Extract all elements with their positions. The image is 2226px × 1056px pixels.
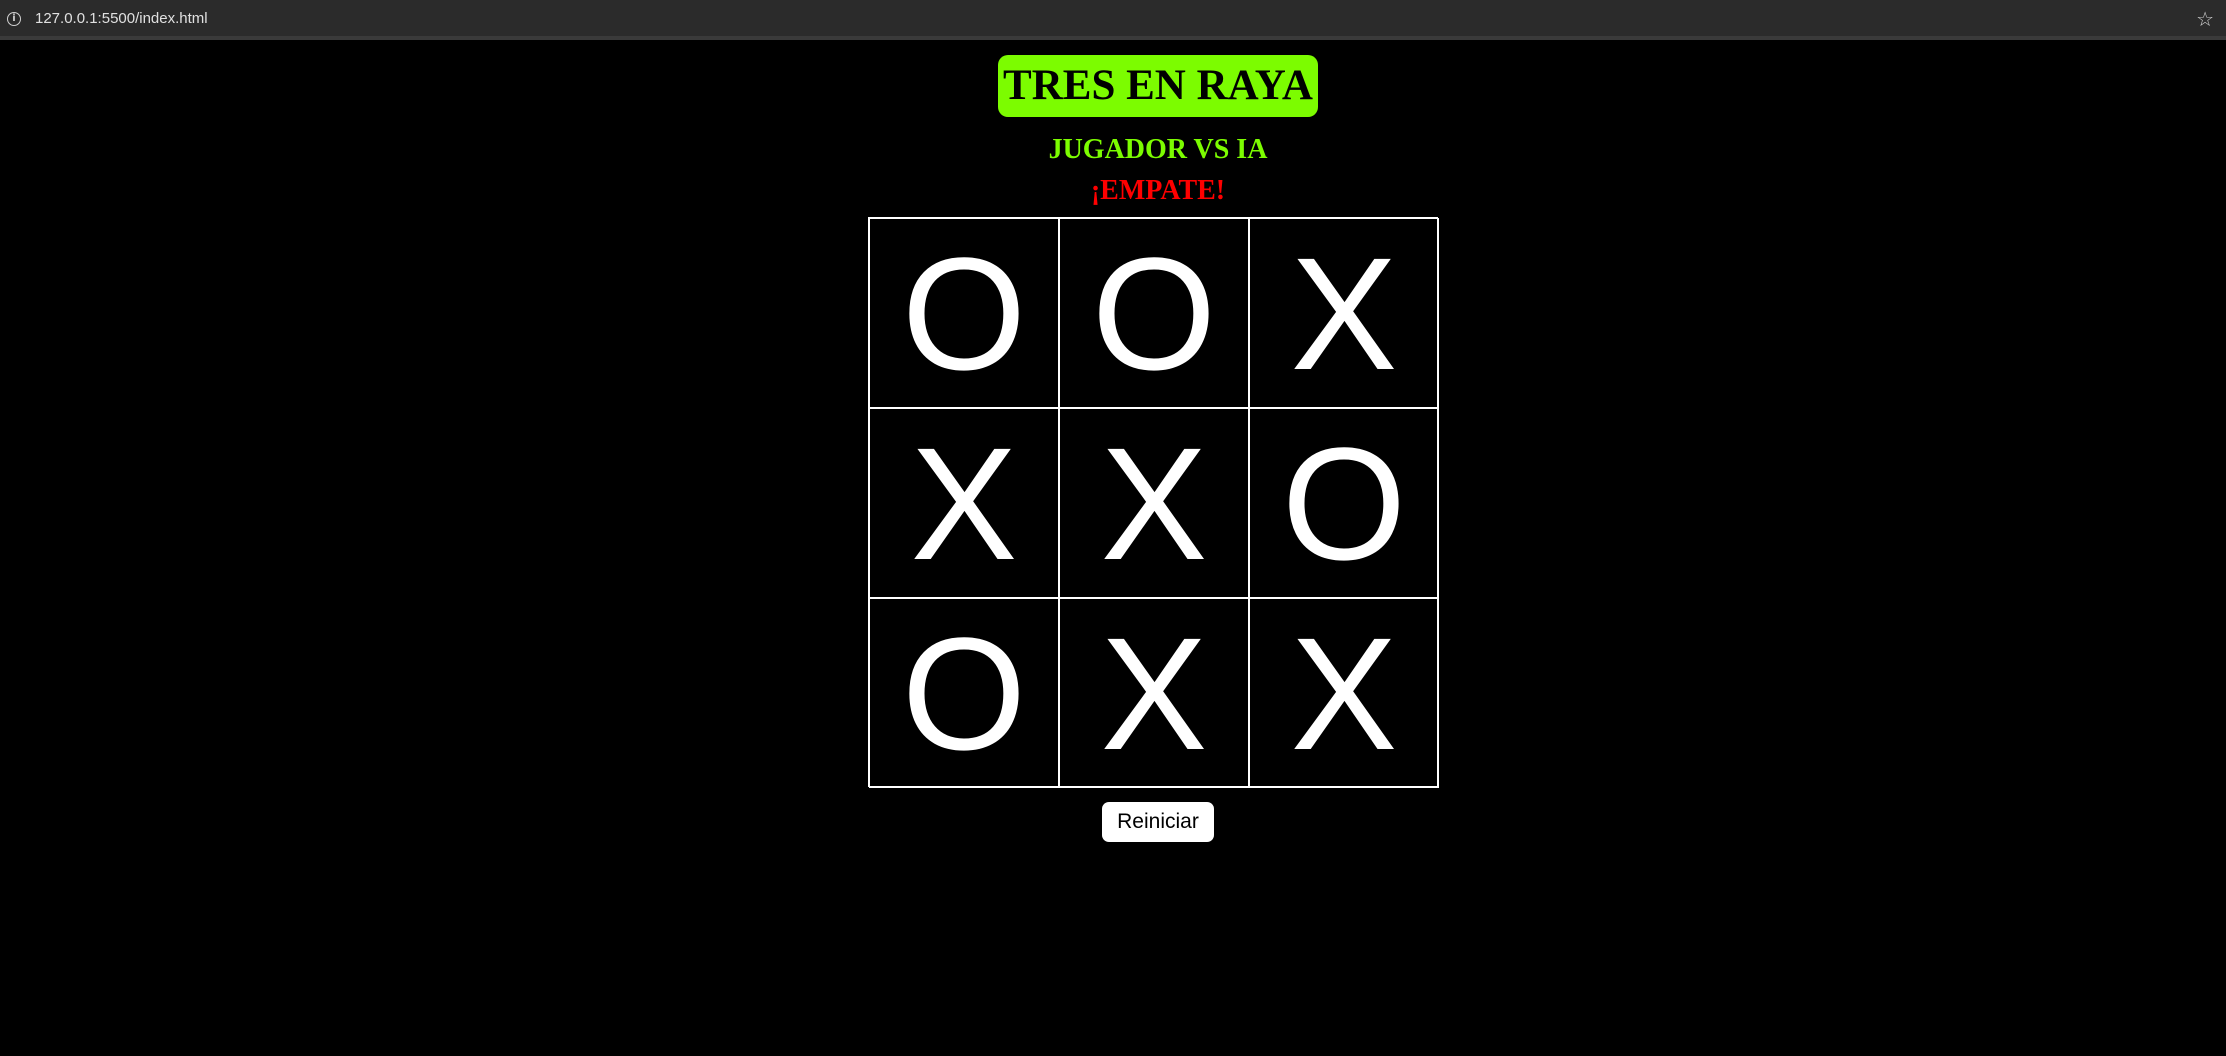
board-cell-9[interactable]: X xyxy=(1249,598,1439,788)
board-cell-8[interactable]: X xyxy=(1059,598,1249,788)
browser-toolbar: i 127.0.0.1:5500/index.html ☆ xyxy=(0,0,2226,40)
site-info-icon[interactable]: i xyxy=(7,12,21,26)
game-title: TRES EN RAYA xyxy=(998,55,1318,117)
game-mode-label: JUGADOR VS IA xyxy=(1048,134,1268,165)
board-cell-6[interactable]: O xyxy=(1249,408,1439,598)
board-cell-3[interactable]: X xyxy=(1249,218,1439,408)
reset-button[interactable]: Reiniciar xyxy=(1102,802,1214,842)
board-cell-5[interactable]: X xyxy=(1059,408,1249,598)
board-cell-4[interactable]: X xyxy=(869,408,1059,598)
game-page: TRES EN RAYA JUGADOR VS IA ¡EMPATE! O O … xyxy=(0,44,2226,1056)
bookmark-star-icon[interactable]: ☆ xyxy=(2196,7,2214,31)
game-board: O O X X X O O X X xyxy=(868,217,1439,788)
board-cell-7[interactable]: O xyxy=(869,598,1059,788)
board-cell-2[interactable]: O xyxy=(1059,218,1249,408)
board-cell-1[interactable]: O xyxy=(869,218,1059,408)
address-bar[interactable]: 127.0.0.1:5500/index.html xyxy=(35,10,208,27)
game-status: ¡EMPATE! xyxy=(1090,175,1226,206)
